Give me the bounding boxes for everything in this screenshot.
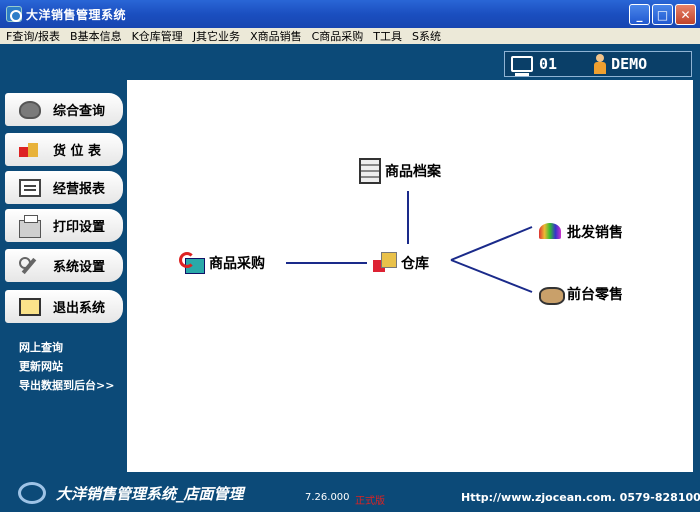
menu-warehouse-mgmt[interactable]: K仓库管理: [132, 28, 183, 44]
sidebar: 综合查询 货 位 表 经营报表 打印设置 系统设置 退出系统 网上查询 更新网站…: [0, 80, 127, 472]
menu-other-business[interactable]: J其它业务: [193, 28, 240, 44]
info-bar: 01 DEMO: [0, 44, 700, 80]
workflow-connectors: [286, 191, 533, 293]
session-status-box: 01 DEMO: [504, 51, 692, 77]
menu-basic-info[interactable]: B基本信息: [70, 28, 122, 44]
node-label: 商品采购: [209, 256, 265, 272]
retail-hand-icon: [537, 281, 565, 307]
workflow-canvas: 商品采购 仓库 商品档案 批发销售 前台零售: [127, 80, 693, 472]
wholesale-cards-icon: [537, 219, 563, 245]
node-retail[interactable]: 前台零售: [537, 281, 623, 307]
minimize-button[interactable]: _: [629, 4, 650, 25]
warehouse-icon: [371, 250, 397, 276]
goods-icon: [19, 141, 41, 159]
menu-query-report[interactable]: F查询/报表: [6, 28, 60, 44]
user-icon: [593, 54, 607, 74]
version-tag: 正式版: [355, 496, 385, 507]
sidebar-button-exit-system[interactable]: 退出系统: [5, 290, 123, 323]
sidebar-button-label: 打印设置: [53, 220, 106, 235]
link-online-query[interactable]: 网上查询: [19, 339, 63, 355]
connector-warehouse-retail: [450, 259, 533, 293]
maximize-button[interactable]: □: [652, 4, 673, 25]
footer-bar: 大洋销售管理系统_店面管理 7.26.000 正式版 Http://www.zj…: [0, 472, 700, 512]
sidebar-button-business-report[interactable]: 经营报表: [5, 171, 123, 204]
app-logo-icon: [6, 6, 22, 22]
menu-system[interactable]: S系统: [412, 28, 441, 44]
query-icon: [19, 100, 41, 119]
node-wholesale[interactable]: 批发销售: [537, 219, 623, 245]
menu-bar: F查询/报表 B基本信息 K仓库管理 J其它业务 X商品销售 C商品采购 T工具…: [0, 28, 700, 44]
sidebar-button-comprehensive-query[interactable]: 综合查询: [5, 93, 123, 126]
report-icon: [19, 178, 41, 197]
node-label: 商品档案: [385, 164, 441, 180]
archive-cabinet-icon: [359, 158, 381, 184]
sidebar-button-label: 经营报表: [53, 182, 106, 197]
node-product-archive[interactable]: 商品档案: [359, 158, 441, 184]
node-label: 批发销售: [567, 225, 623, 241]
connector-warehouse-wholesale: [450, 226, 533, 261]
link-export-data[interactable]: 导出数据到后台>>: [19, 377, 114, 393]
printer-icon: [19, 214, 41, 238]
close-button[interactable]: ✕: [675, 4, 696, 25]
link-update-website[interactable]: 更新网站: [19, 358, 63, 374]
window-title: 大洋销售管理系统: [26, 7, 127, 22]
node-label: 前台零售: [567, 287, 623, 303]
sidebar-button-label: 退出系统: [53, 301, 106, 316]
sidebar-button-label: 综合查询: [53, 104, 106, 119]
computer-icon: [511, 56, 533, 76]
current-user: DEMO: [611, 55, 648, 73]
node-warehouse[interactable]: 仓库: [371, 250, 429, 276]
sidebar-button-label: 货 位 表: [53, 144, 102, 159]
menu-tools[interactable]: T工具: [373, 28, 402, 44]
menu-product-purchase[interactable]: C商品采购: [312, 28, 364, 44]
menu-product-sales[interactable]: X商品销售: [250, 28, 302, 44]
sidebar-button-print-settings[interactable]: 打印设置: [5, 209, 123, 242]
station-number: 01: [539, 55, 558, 73]
footer-brand: 大洋销售管理系统_店面管理: [56, 485, 244, 503]
tools-icon: [19, 256, 41, 275]
window-controls: _ □ ✕: [629, 4, 696, 25]
node-purchase[interactable]: 商品采购: [179, 250, 265, 276]
version-number: 7.26.000: [305, 492, 350, 503]
exit-door-icon: [19, 297, 41, 316]
sidebar-button-location-table[interactable]: 货 位 表: [5, 133, 123, 166]
purchase-icon: [179, 250, 205, 276]
footer-contact: Http://www.zjocean.com. 0579-82810050: [461, 491, 700, 504]
title-bar: 大洋销售管理系统 _ □ ✕: [0, 0, 700, 28]
sidebar-button-system-settings[interactable]: 系统设置: [5, 249, 123, 282]
company-logo-icon: [18, 482, 46, 504]
sidebar-button-label: 系统设置: [53, 260, 106, 275]
node-label: 仓库: [401, 256, 429, 272]
